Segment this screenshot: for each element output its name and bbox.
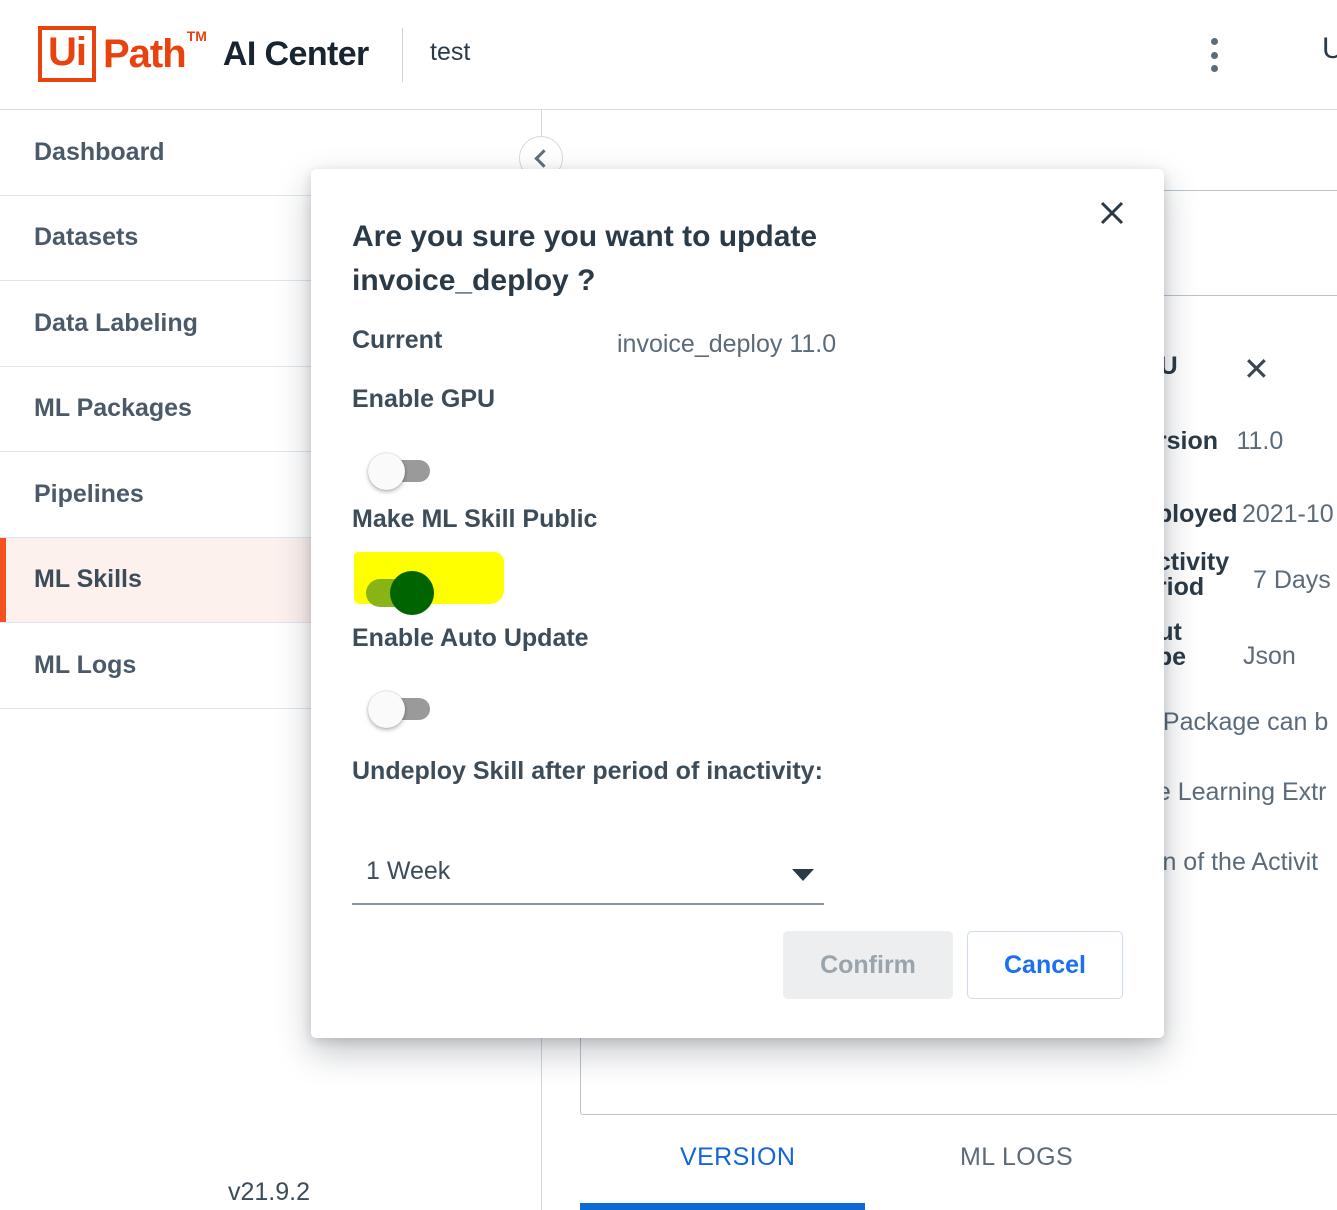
description-line: ion of the Activit [1143, 848, 1319, 876]
toggle-knob [368, 691, 405, 728]
tab-ml-logs[interactable]: ML LOGS [960, 1143, 1073, 1172]
user-avatar[interactable]: U [1322, 32, 1337, 66]
uipath-logo[interactable]: Ui Path TM AI Center [38, 26, 369, 82]
description-line: ne Learning Extr [1143, 778, 1327, 806]
detail-value: 2021-10 [1241, 500, 1334, 528]
logo-ui-mark: Ui [38, 26, 96, 82]
toggle-knob [368, 453, 405, 490]
sidebar-item-label: ML Logs [34, 650, 137, 679]
detail-value: Json [1243, 642, 1296, 670]
cancel-button[interactable]: Cancel [967, 931, 1123, 999]
enable-gpu-toggle[interactable] [352, 451, 434, 491]
detail-value: 11.0 [1236, 427, 1284, 455]
confirm-button[interactable]: Confirm [783, 931, 953, 999]
kebab-dot [1210, 38, 1218, 45]
detail-value: 7 Days [1253, 566, 1331, 594]
current-value: invoice_deploy 11.0 [617, 330, 837, 358]
detail-row: ersion 11.0 [1143, 427, 1283, 456]
undeploy-period-label: Undeploy Skill after period of inactivit… [352, 757, 823, 785]
enable-gpu-label: Enable GPU [352, 385, 496, 413]
sidebar-item-label: Datasets [34, 223, 139, 252]
tab-active-indicator [580, 1203, 865, 1210]
kebab-dot [1210, 51, 1218, 59]
undeploy-period-select[interactable]: 1 Week [352, 843, 824, 905]
app-root: Ui Path TM AI Center test U Dashboard Da… [0, 0, 1337, 1210]
logo-trademark-icon: TM [186, 28, 207, 44]
close-icon [1100, 201, 1124, 225]
description-line: L Package can b [1143, 708, 1329, 736]
current-label: Current [352, 326, 443, 354]
card-tabs: VERSION ML LOGS [580, 1125, 1337, 1210]
annotation-knob-overlay [390, 571, 434, 615]
tenant-name[interactable]: test [430, 38, 470, 67]
make-ml-skill-public-toggle[interactable] [352, 552, 504, 615]
chevron-down-icon [792, 869, 814, 881]
close-icon[interactable]: ✕ [1243, 353, 1270, 385]
app-name-title: AI Center [222, 35, 369, 73]
sidebar-item-label: Data Labeling [34, 308, 198, 337]
sidebar-item-label: Dashboard [34, 137, 165, 166]
update-skill-dialog: Are you sure you want to update invoice_… [311, 169, 1164, 1038]
logo-path-text: Path [103, 32, 187, 76]
more-vertical-icon[interactable] [1206, 38, 1222, 72]
detail-row: eployed 2021-10 [1143, 500, 1334, 529]
dialog-close-button[interactable] [1092, 193, 1132, 233]
current-version-row: Current invoice_deploy 11.0 [352, 326, 1132, 358]
sidebar-item-label: ML Packages [34, 394, 192, 423]
tab-version[interactable]: VERSION [680, 1143, 795, 1172]
dialog-title: Are you sure you want to update invoice_… [352, 220, 818, 297]
header-divider [402, 28, 403, 82]
kebab-dot [1210, 65, 1218, 72]
sidebar-item-label: Pipelines [34, 479, 144, 508]
enable-auto-update-toggle[interactable] [352, 689, 434, 729]
enable-auto-update-label: Enable Auto Update [352, 624, 589, 652]
sidebar-item-label: ML Skills [34, 565, 142, 594]
chevron-left-icon [533, 148, 553, 168]
select-value: 1 Week [366, 857, 451, 885]
make-ml-skill-public-label: Make ML Skill Public [352, 505, 598, 533]
app-header: Ui Path TM AI Center test U [0, 0, 1337, 110]
app-version-label: v21.9.2 [228, 1178, 311, 1206]
